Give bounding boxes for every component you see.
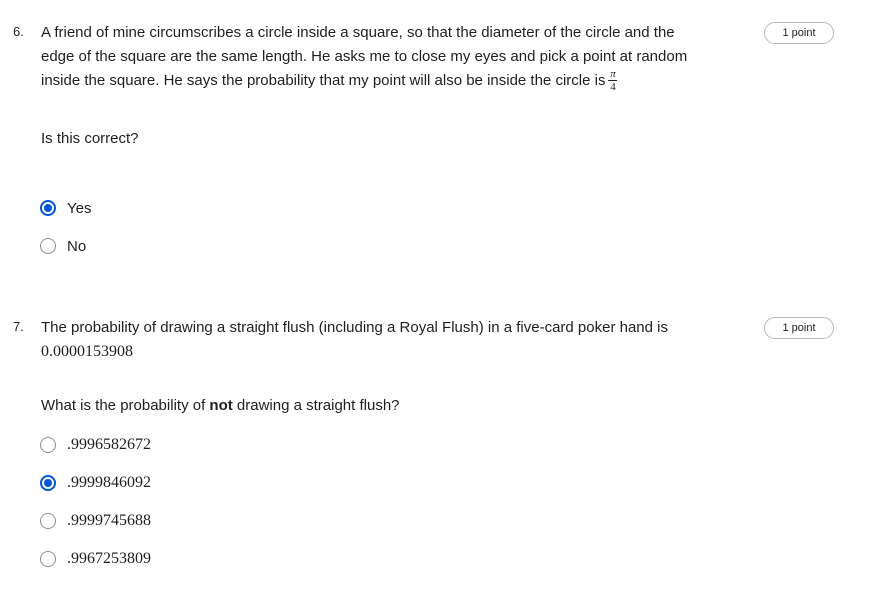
probability-value: 0.0000153908 xyxy=(41,343,133,360)
subquestion-text: Is this correct? xyxy=(41,130,139,147)
subquestion-part: What is the probability of xyxy=(41,397,210,414)
option-3[interactable]: .9999745688 xyxy=(40,510,151,532)
points-badge: 1 point xyxy=(764,317,834,339)
fraction-numerator: π xyxy=(610,67,616,80)
question-text-line: inside the square. He says the probabili… xyxy=(41,72,606,89)
radio-selected-icon[interactable] xyxy=(40,200,56,216)
option-4[interactable]: .9967253809 xyxy=(40,548,151,570)
option-label: .9967253809 xyxy=(67,550,151,567)
option-label: .9996582672 xyxy=(67,436,151,453)
radio-unselected-icon[interactable] xyxy=(40,513,56,529)
question-text-line: edge of the square are the same length. … xyxy=(41,48,688,65)
pi-over-four-fraction: π4 xyxy=(608,67,618,93)
option-no[interactable]: No xyxy=(40,235,86,257)
option-label: No xyxy=(67,237,87,255)
question-text: A friend of mine circumscribes a circle … xyxy=(41,21,741,93)
option-label: Yes xyxy=(67,199,92,217)
option-yes[interactable]: Yes xyxy=(40,197,91,219)
radio-unselected-icon[interactable] xyxy=(40,238,56,254)
fraction-denominator: 4 xyxy=(610,80,616,93)
question-text-line-with-fraction: inside the square. He says the probabili… xyxy=(41,67,741,93)
radio-selected-icon[interactable] xyxy=(40,475,56,491)
question-number: 7. xyxy=(13,319,24,334)
question-text-line: The probability of drawing a straight fl… xyxy=(41,319,668,336)
points-badge: 1 point xyxy=(764,22,834,44)
radio-unselected-icon[interactable] xyxy=(40,437,56,453)
question-text: The probability of drawing a straight fl… xyxy=(41,316,741,364)
subquestion-text: What is the probability of not drawing a… xyxy=(41,395,400,417)
subquestion-part: drawing a straight flush? xyxy=(232,397,400,414)
question-text-line: A friend of mine circumscribes a circle … xyxy=(41,24,675,41)
option-1[interactable]: .9996582672 xyxy=(40,434,151,456)
option-label: .9999846092 xyxy=(67,474,151,491)
option-2[interactable]: .9999846092 xyxy=(40,472,151,494)
question-number: 6. xyxy=(13,24,24,39)
subquestion-emphasis: not xyxy=(209,397,233,414)
option-label: .9999745688 xyxy=(67,512,151,529)
radio-unselected-icon[interactable] xyxy=(40,551,56,567)
